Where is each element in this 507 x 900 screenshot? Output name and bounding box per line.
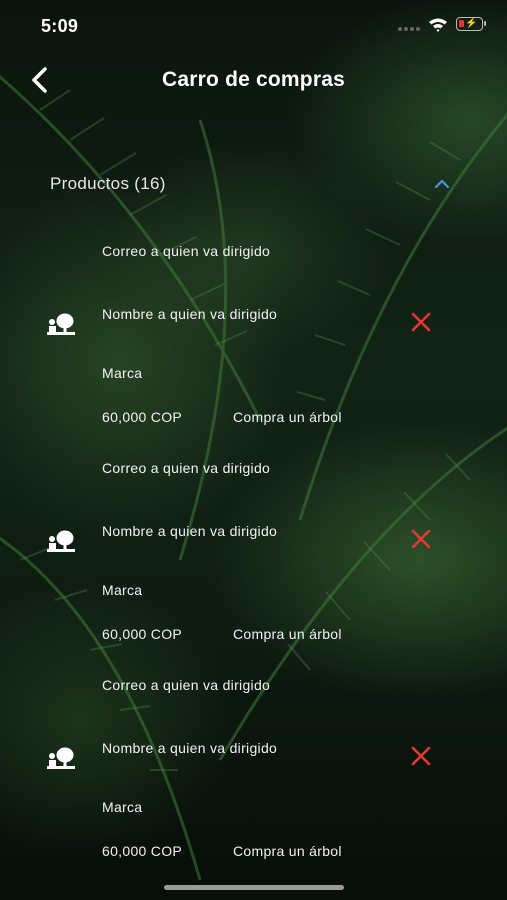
remove-item-button[interactable] [410, 528, 432, 550]
wifi-icon [429, 18, 447, 32]
price-value: 60,000 COP [102, 409, 183, 425]
product-item: Correo a quien va dirigido Nombre a quie… [0, 664, 507, 881]
recipient-name-label: Nombre a quien va dirigido [102, 740, 278, 756]
remove-item-button[interactable] [410, 745, 432, 767]
brand-label: Marca [102, 582, 143, 598]
product-description: Compra un árbol [233, 843, 342, 859]
status-bar: 5:09 ⚡ [0, 0, 507, 50]
tree-gift-icon [47, 313, 75, 335]
price-value: 60,000 COP [102, 843, 183, 859]
product-description: Compra un árbol [233, 409, 342, 425]
recipient-email-label: Correo a quien va dirigido [102, 460, 271, 476]
close-icon [411, 529, 431, 549]
recipient-email-label: Correo a quien va dirigido [102, 677, 271, 693]
status-time: 5:09 [41, 16, 79, 36]
battery-icon: ⚡ [456, 17, 486, 31]
close-icon [411, 312, 431, 332]
products-section-header[interactable]: Productos (16) [50, 172, 460, 198]
remove-item-button[interactable] [410, 311, 432, 333]
product-item: Correo a quien va dirigido Nombre a quie… [0, 447, 507, 664]
cellular-signal-icon [398, 27, 420, 31]
recipient-name-label: Nombre a quien va dirigido [102, 523, 278, 539]
recipient-name-label: Nombre a quien va dirigido [102, 306, 278, 322]
products-section-label: Productos (16) [50, 174, 166, 193]
product-item: Correo a quien va dirigido Nombre a quie… [0, 230, 507, 447]
tree-gift-icon [47, 747, 75, 769]
chevron-up-icon[interactable] [433, 178, 451, 190]
brand-label: Marca [102, 799, 143, 815]
tree-gift-icon [47, 530, 75, 552]
recipient-email-label: Correo a quien va dirigido [102, 243, 271, 259]
home-indicator[interactable] [164, 885, 344, 890]
page-title: Carro de compras [162, 68, 345, 91]
close-icon [411, 746, 431, 766]
brand-label: Marca [102, 365, 143, 381]
price-value: 60,000 COP [102, 626, 183, 642]
product-description: Compra un árbol [233, 626, 342, 642]
